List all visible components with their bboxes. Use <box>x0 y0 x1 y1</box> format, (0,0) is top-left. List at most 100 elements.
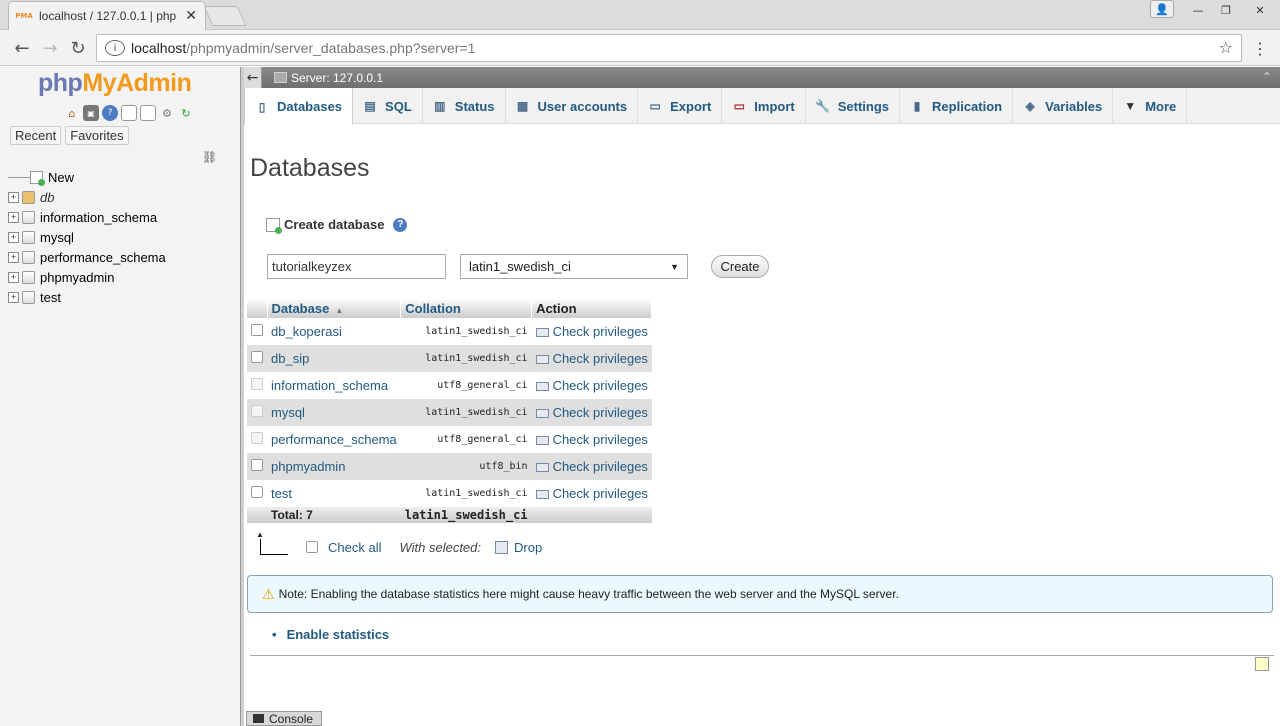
action-column-header: Action <box>531 298 653 318</box>
database-name-link[interactable]: db_sip <box>267 345 401 372</box>
check-all-toggle[interactable]: Check all <box>306 540 381 555</box>
tab-variables[interactable]: ◈ Variables <box>1013 88 1114 124</box>
check-privileges-link[interactable]: Check privileges <box>531 318 652 345</box>
check-privileges-link[interactable]: Check privileges <box>531 399 652 426</box>
database-name-link[interactable]: phpmyadmin <box>267 453 401 480</box>
console-toggle[interactable]: Console <box>246 711 322 726</box>
enable-statistics-link[interactable]: • Enable statistics <box>272 627 389 642</box>
database-name-link[interactable]: db_koperasi <box>267 318 401 345</box>
tab-status[interactable]: ▥ Status <box>423 88 506 124</box>
close-tab-icon[interactable]: ✕ <box>185 8 197 24</box>
check-privileges-link[interactable]: Check privileges <box>531 480 652 507</box>
user-profile-icon[interactable]: 👤 <box>1150 0 1174 18</box>
collation-cell: latin1_swedish_ci <box>400 318 532 345</box>
database-column-header[interactable]: Database ▲ <box>267 298 402 318</box>
help-icon[interactable]: ? <box>102 105 118 121</box>
database-name-link[interactable]: performance_schema <box>267 426 401 453</box>
top-menu-tabs: ▯ Databases ▤ SQL ▥ Status ▦ User accoun… <box>244 88 1280 125</box>
database-icon <box>22 210 35 224</box>
tab-import[interactable]: ▭ Import <box>722 88 806 124</box>
table-row: db_sip latin1_swedish_ci Check privilege… <box>247 345 652 372</box>
back-arrow-icon[interactable]: ← <box>10 36 34 60</box>
database-name-input[interactable] <box>267 254 446 279</box>
refresh-icon[interactable]: ↻ <box>178 105 194 121</box>
recent-tab[interactable]: Recent <box>10 126 62 145</box>
help-icon[interactable]: ? <box>393 217 408 232</box>
notepad-icon[interactable] <box>1255 657 1269 671</box>
check-all-checkbox[interactable] <box>306 541 318 553</box>
drop-button[interactable]: Drop <box>495 540 542 555</box>
reload-icon[interactable]: ↻ <box>66 36 90 60</box>
url-input[interactable]: i localhost/phpmyadmin/server_databases.… <box>96 34 1242 62</box>
expand-icon[interactable]: + <box>8 291 19 303</box>
collation-column-header[interactable]: Collation <box>400 298 533 318</box>
new-tab-button[interactable] <box>203 6 247 26</box>
check-privileges-link[interactable]: Check privileges <box>531 426 652 453</box>
tree-item-test[interactable]: + test <box>8 287 166 307</box>
phpmyadmin-logo[interactable]: phpMyAdmin <box>38 69 192 98</box>
drop-icon <box>495 540 508 554</box>
variables-icon: ◈ <box>1025 99 1035 113</box>
privileges-icon <box>535 328 549 338</box>
tree-item-db[interactable]: + db <box>8 187 166 207</box>
check-privileges-link[interactable]: Check privileges <box>531 453 652 480</box>
row-checkbox-disabled <box>251 432 263 444</box>
link-chain-icon[interactable]: ⛓ <box>202 150 217 164</box>
row-checkbox[interactable] <box>251 459 263 471</box>
logout-icon[interactable]: ▣ <box>83 105 99 121</box>
restore-icon[interactable]: ❐ <box>1212 0 1240 20</box>
forward-arrow-icon[interactable]: → <box>38 36 62 60</box>
row-checkbox[interactable] <box>251 324 263 336</box>
tree-item-phpmyadmin[interactable]: + phpmyadmin <box>8 267 166 287</box>
sql-docs-icon[interactable] <box>140 105 156 121</box>
tab-settings[interactable]: 🔧 Settings <box>806 88 901 124</box>
import-icon: ▭ <box>733 99 745 113</box>
expand-icon[interactable]: + <box>8 191 19 203</box>
row-checkbox[interactable] <box>251 486 263 498</box>
create-button[interactable]: Create <box>711 255 769 278</box>
expand-icon[interactable]: + <box>8 271 19 283</box>
new-database-icon <box>266 217 282 234</box>
tab-export[interactable]: ▭ Export <box>638 88 723 124</box>
tree-item-performance-schema[interactable]: + performance_schema <box>8 247 166 267</box>
bookmark-star-icon[interactable]: ☆ <box>1219 38 1233 57</box>
browser-tab[interactable]: PMA localhost / 127.0.0.1 | php ✕ <box>8 1 206 30</box>
table-row: phpmyadmin utf8_bin Check privileges <box>247 453 652 480</box>
row-checkbox[interactable] <box>251 351 263 363</box>
window-controls: 👤 — ❐ ✕ <box>1150 0 1280 20</box>
collation-cell: utf8_general_ci <box>400 426 532 453</box>
tree-item-new[interactable]: New <box>8 167 166 187</box>
tab-replication[interactable]: ▮ Replication <box>900 88 1014 124</box>
collapse-sidebar-icon[interactable]: ← <box>244 67 262 88</box>
console-icon <box>253 714 264 723</box>
tab-user-accounts[interactable]: ▦ User accounts <box>506 88 639 124</box>
database-name-link[interactable]: test <box>267 480 401 507</box>
row-checkbox-disabled <box>251 405 263 417</box>
tree-item-mysql[interactable]: + mysql <box>8 227 166 247</box>
database-icon <box>22 270 35 284</box>
total-collation: latin1_swedish_ci <box>400 507 532 523</box>
home-icon[interactable]: ⌂ <box>64 105 80 121</box>
database-name-link[interactable]: information_schema <box>267 372 401 399</box>
check-privileges-link[interactable]: Check privileges <box>531 372 652 399</box>
tab-more[interactable]: ▼ More <box>1113 88 1188 124</box>
tree-item-information-schema[interactable]: + information_schema <box>8 207 166 227</box>
browser-menu-icon[interactable]: ⋮ <box>1252 39 1268 58</box>
favorites-tab[interactable]: Favorites <box>65 126 129 145</box>
window-close-icon[interactable]: ✕ <box>1240 0 1280 20</box>
collation-select[interactable]: latin1_swedish_ci ▼ <box>460 254 688 279</box>
minimize-icon[interactable]: — <box>1184 0 1212 20</box>
expand-icon[interactable]: + <box>8 231 19 243</box>
tab-sql[interactable]: ▤ SQL <box>353 88 423 124</box>
gear-icon[interactable]: ⚙ <box>159 105 175 121</box>
database-name-link[interactable]: mysql <box>267 399 401 426</box>
expand-icon[interactable]: + <box>8 211 19 223</box>
check-privileges-link[interactable]: Check privileges <box>531 345 652 372</box>
collapse-top-icon[interactable]: ⌃ <box>1262 70 1272 84</box>
tab-databases[interactable]: ▯ Databases <box>244 88 354 125</box>
server-link[interactable]: Server: 127.0.0.1 <box>274 71 383 85</box>
address-bar: ← → ↻ i localhost/phpmyadmin/server_data… <box>0 30 1280 66</box>
expand-icon[interactable]: + <box>8 251 19 263</box>
info-icon[interactable]: i <box>105 40 125 56</box>
docs-icon[interactable] <box>121 105 137 121</box>
